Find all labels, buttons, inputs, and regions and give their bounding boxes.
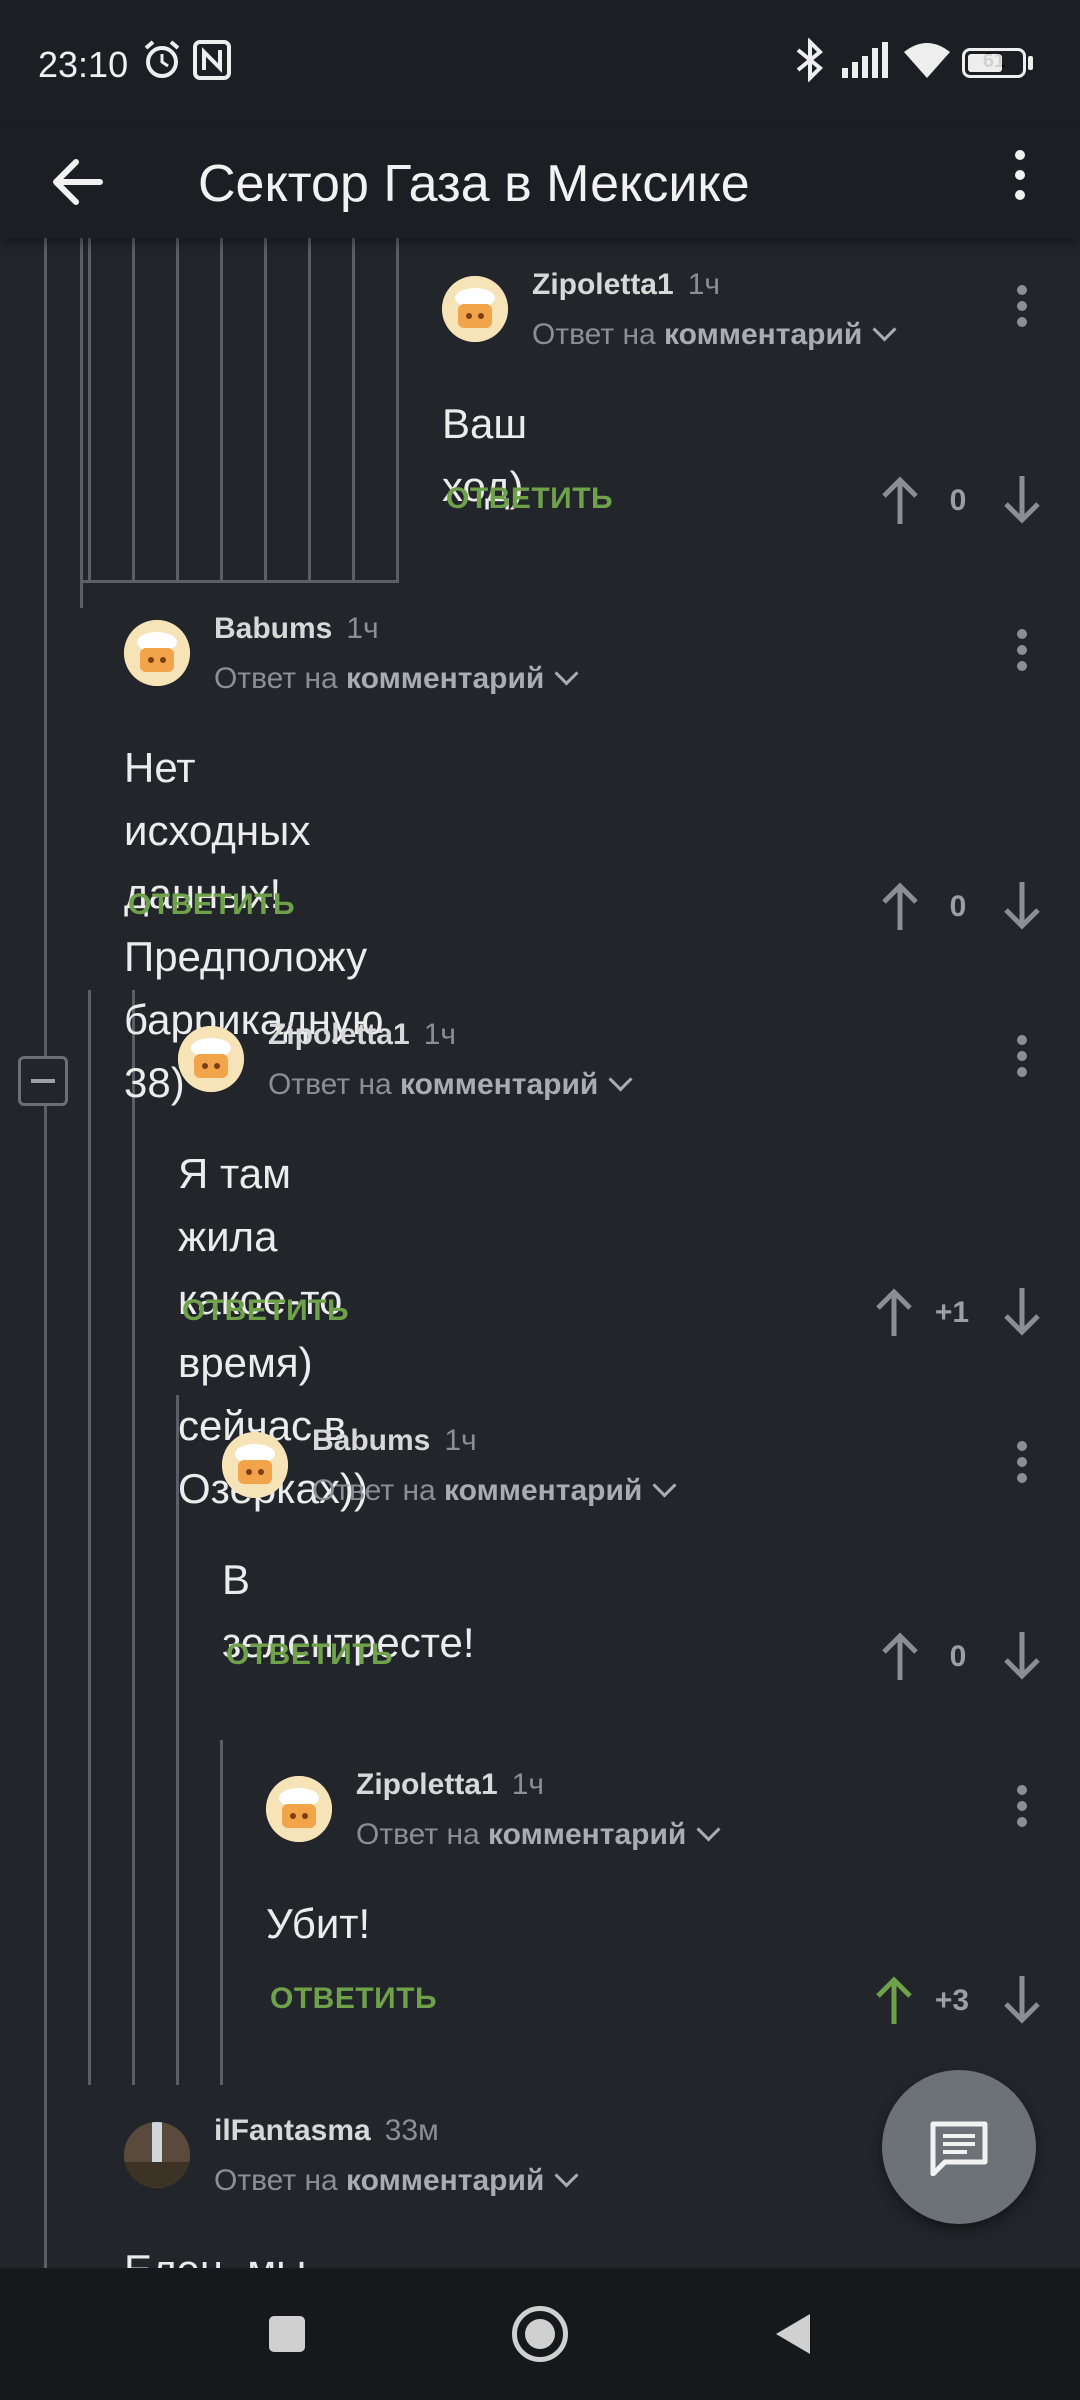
- chef-hat-icon: [266, 1776, 332, 1842]
- downvote-arrow-icon[interactable]: [1000, 1286, 1044, 1338]
- comment-author[interactable]: Babums 1ч: [312, 1424, 477, 1458]
- comment-more-icon[interactable]: [1007, 1436, 1037, 1492]
- comment-more-icon[interactable]: [1007, 1030, 1037, 1086]
- bluetooth-icon: [796, 38, 823, 82]
- comment-author[interactable]: ilFantasma 33м: [214, 2114, 439, 2148]
- battery-tip: [1028, 56, 1033, 70]
- chevron-down-icon: [872, 317, 897, 342]
- avatar[interactable]: [222, 1432, 288, 1498]
- vote-count: +3: [934, 1984, 970, 2017]
- vote-count: 0: [949, 1640, 967, 1673]
- write-comment-button[interactable]: [882, 2070, 1036, 2224]
- vote-controls: 0: [872, 1626, 1052, 1686]
- reply-to-link[interactable]: Ответ на комментарий: [356, 1817, 721, 1852]
- chef-hat-icon: [442, 276, 508, 342]
- upvote-arrow-icon[interactable]: [878, 474, 922, 526]
- comment-author[interactable]: Zipoletta1 1ч: [356, 1768, 544, 1802]
- comment-author[interactable]: Babums 1ч: [214, 612, 379, 646]
- vote-count: 0: [949, 484, 967, 517]
- comment-icon: [930, 2121, 988, 2176]
- comment-text: Убит!: [266, 1900, 371, 1947]
- vote-controls: 0: [872, 876, 1052, 936]
- reply-button[interactable]: ОТВЕТИТЬ: [226, 1638, 393, 1672]
- vote-count: 0: [949, 890, 967, 923]
- vote-controls: +3: [866, 1970, 1052, 2030]
- upvote-arrow-icon[interactable]: [878, 880, 922, 932]
- chevron-down-icon: [652, 1473, 677, 1498]
- reply-to-link[interactable]: Ответ на комментарий: [268, 1067, 633, 1102]
- avatar[interactable]: [266, 1776, 332, 1842]
- downvote-arrow-icon[interactable]: [1000, 880, 1044, 932]
- battery-level: 61: [982, 50, 1006, 72]
- nfc-icon: [193, 40, 231, 80]
- collapse-thread-button[interactable]: [18, 1056, 68, 1106]
- chef-hat-icon: [178, 1026, 244, 1092]
- comment-time: 1ч: [687, 268, 721, 301]
- avatar[interactable]: [124, 2122, 190, 2188]
- signal-icon: [842, 42, 888, 78]
- reply-to-link[interactable]: Ответ на комментарий: [532, 317, 897, 352]
- home-icon[interactable]: [508, 2302, 572, 2366]
- comment-text: Нет исходных данных! Предположу баррикад…: [124, 744, 384, 1106]
- comment-time: 1ч: [423, 1018, 457, 1051]
- comment-author[interactable]: Zipoletta1 1ч: [532, 268, 720, 302]
- vote-controls: 0: [872, 470, 1052, 530]
- chevron-down-icon: [554, 2163, 579, 2188]
- chef-hat-icon: [124, 620, 190, 686]
- page-title: Сектор Газа в Мексике: [198, 155, 750, 213]
- battery-icon: 61: [962, 48, 1026, 78]
- upvote-arrow-icon-active[interactable]: [872, 1974, 916, 2026]
- comment-more-icon[interactable]: [1007, 624, 1037, 680]
- vote-count: +1: [934, 1296, 970, 1329]
- status-time: 23:10: [38, 44, 129, 85]
- chevron-down-icon: [608, 1067, 633, 1092]
- comment-more-icon[interactable]: [1007, 280, 1037, 336]
- alarm-icon: [144, 40, 180, 78]
- reply-button[interactable]: ОТВЕТИТЬ: [270, 1982, 437, 2016]
- reply-to-link[interactable]: Ответ на комментарий: [214, 661, 579, 696]
- back-icon[interactable]: [760, 2302, 824, 2366]
- comment-time: 1ч: [511, 1768, 545, 1801]
- status-bar: 23:10 61: [0, 0, 1080, 124]
- wifi-icon: [904, 43, 950, 78]
- comment-time: 33м: [384, 2114, 439, 2147]
- upvote-arrow-icon[interactable]: [872, 1286, 916, 1338]
- recent-apps-icon[interactable]: [255, 2302, 319, 2366]
- reply-to-link[interactable]: Ответ на комментарий: [312, 1473, 677, 1508]
- avatar[interactable]: [178, 1026, 244, 1092]
- chevron-down-icon: [554, 661, 579, 686]
- upvote-arrow-icon[interactable]: [878, 1630, 922, 1682]
- avatar[interactable]: [124, 620, 190, 686]
- vote-controls: +1: [866, 1282, 1052, 1342]
- reply-button[interactable]: ОТВЕТИТЬ: [128, 888, 295, 922]
- reply-button[interactable]: ОТВЕТИТЬ: [182, 1294, 349, 1328]
- chef-hat-icon: [222, 1432, 288, 1498]
- chevron-down-icon: [696, 1817, 721, 1842]
- waterfall-photo-icon: [124, 2122, 190, 2188]
- system-nav-bar: [0, 2268, 1080, 2400]
- downvote-arrow-icon[interactable]: [1000, 1630, 1044, 1682]
- comment-time: 1ч: [346, 612, 379, 645]
- downvote-arrow-icon[interactable]: [1000, 474, 1044, 526]
- back-arrow-icon[interactable]: [46, 150, 110, 214]
- reply-button[interactable]: ОТВЕТИТЬ: [446, 482, 613, 516]
- downvote-arrow-icon[interactable]: [1000, 1974, 1044, 2026]
- app-bar: Сектор Газа в Мексике: [0, 124, 1080, 238]
- comment-more-icon[interactable]: [1007, 1780, 1037, 1836]
- comment-author[interactable]: Zipoletta1 1ч: [268, 1018, 456, 1052]
- comment-time: 1ч: [444, 1424, 477, 1457]
- reply-to-link[interactable]: Ответ на комментарий: [214, 2163, 579, 2198]
- avatar[interactable]: [442, 276, 508, 342]
- overflow-menu-icon[interactable]: [1000, 144, 1040, 220]
